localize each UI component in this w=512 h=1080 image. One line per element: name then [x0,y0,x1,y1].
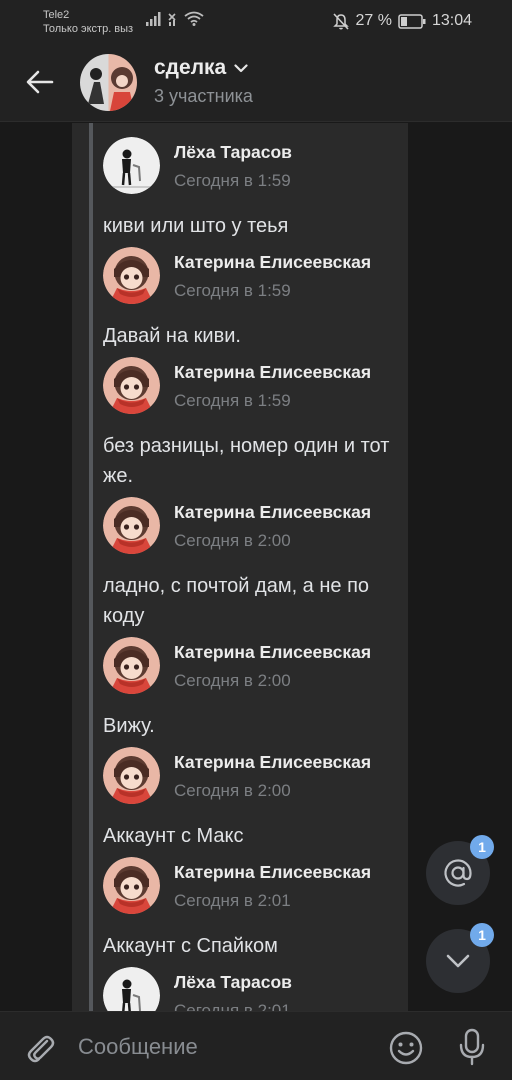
message-text: Вижу. [103,715,155,737]
message-time: Сегодня в 1:59 [174,281,291,300]
message-text: Аккаунт с Макс [103,825,244,847]
message-author[interactable]: Катерина Елисеевская [174,862,371,883]
avatar-katerina[interactable] [103,247,160,304]
microphone-icon [459,1028,485,1066]
back-button[interactable] [20,62,60,102]
status-bar: Tele2 Только экстр. выз 27 % 13:04 [0,0,512,42]
message-author[interactable]: Катерина Елисеевская [174,252,371,273]
clock: 13:04 [431,12,472,29]
message-text: без разницы, номер один и тот же. [103,435,390,487]
avatar-katerina[interactable] [103,357,160,414]
status-right: 27 % 13:04 [333,10,472,32]
battery-icon [398,13,426,29]
forward-indicator-bar [89,123,93,1011]
message-author[interactable]: Лёха Тарасов [174,972,292,993]
wifi-icon [184,11,204,26]
message-time: Сегодня в 2:01 [174,1001,291,1011]
chat-avatar[interactable] [80,54,137,111]
message-input[interactable] [78,1030,368,1064]
message-author[interactable]: Катерина Елисеевская [174,752,371,773]
chat-title-text: сделка [154,56,227,79]
signal-icon [146,12,162,26]
chat-members-count: 3 участника [154,86,253,106]
mentions-button[interactable]: 1 [426,835,494,905]
chat-avatar-image [80,54,137,111]
avatar-katerina[interactable] [103,637,160,694]
message-text: киви или што у теья [103,215,289,237]
no-sim-icon [167,12,179,26]
message-time: Сегодня в 2:01 [174,891,291,910]
avatar-katerina[interactable] [103,747,160,804]
scroll-down-badge: 1 [470,923,494,947]
carrier-note: Только экстр. выз [43,23,134,35]
message-text: Давай на киви. [103,325,241,347]
avatar-katerina[interactable] [103,497,160,554]
message-text: Аккаунт с Спайком [103,935,278,957]
chevron-down-icon [446,954,470,968]
message-text: ладно, с почтой дам, а не по коду [103,575,370,627]
mute-icon [333,12,350,30]
message-author[interactable]: Катерина Елисеевская [174,642,371,663]
chat-title-block[interactable]: сделка 3 участника [154,56,253,107]
network-icons [146,11,204,26]
back-arrow-icon [26,70,54,94]
paperclip-icon [27,1035,55,1063]
scroll-down-button[interactable]: 1 [426,923,494,993]
avatar-katerina[interactable] [103,857,160,914]
message-time: Сегодня в 2:00 [174,531,291,550]
message-composer [0,1011,512,1080]
message-time: Сегодня в 1:59 [174,391,291,410]
message-author[interactable]: Катерина Елисеевская [174,362,371,383]
battery-percent: 27 % [355,12,392,29]
avatar-lekha[interactable] [103,137,160,194]
message-time: Сегодня в 2:00 [174,781,291,800]
carrier-name: Tele2 [43,9,70,21]
message-time: Сегодня в 2:00 [174,671,291,690]
voice-message-button[interactable] [452,1026,492,1068]
attach-button[interactable] [20,1028,60,1068]
chat-header: сделка 3 участника [0,42,512,122]
at-sign-icon [444,859,472,887]
chevron-down-icon [234,63,248,72]
message-time: Сегодня в 1:59 [174,171,291,190]
message-author[interactable]: Катерина Елисеевская [174,502,371,523]
emoji-button[interactable] [386,1028,426,1068]
message-author[interactable]: Лёха Тарасов [174,142,292,163]
chat-title[interactable]: сделка [154,56,253,80]
smile-icon [389,1031,423,1065]
carrier-info: Tele2 Только экстр. выз [43,8,133,36]
mentions-badge: 1 [470,835,494,859]
